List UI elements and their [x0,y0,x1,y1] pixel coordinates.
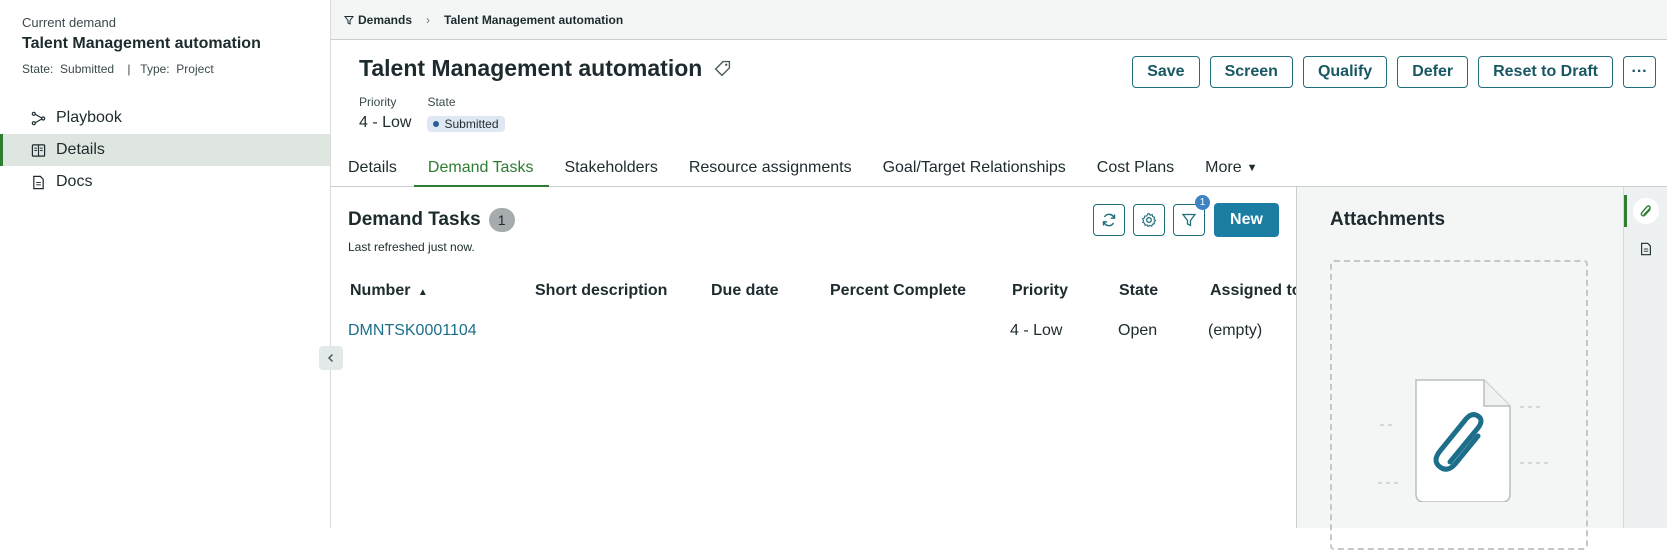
task-number-link[interactable]: DMNTSK0001104 [348,322,477,340]
gear-icon [1141,212,1157,228]
docs-icon [30,174,46,190]
caret-down-icon: ▼ [1246,162,1258,174]
tab-goal-target-relationships[interactable]: Goal/Target Relationships [883,150,1066,186]
defer-button[interactable]: Defer [1397,56,1469,88]
filter-icon [344,15,354,25]
current-demand-meta: State: Submitted | Type: Project [22,62,214,76]
state-field: State Submitted [427,95,505,132]
status-dot-icon [433,121,440,127]
breadcrumb: Demands › Talent Management automation [331,0,1667,40]
sidebar-item-label: Docs [56,173,93,190]
priority-value: 4 - Low [359,114,412,131]
more-actions-button[interactable]: ··· [1623,56,1656,88]
qualify-button[interactable]: Qualify [1302,56,1388,88]
task-state: Open [1118,322,1158,339]
state-label: State [427,95,456,109]
column-header-due-date[interactable]: Due date [711,282,779,300]
task-assigned-to: (empty) [1208,322,1263,339]
header-actions: Save Screen Qualify Defer Reset to Draft… [1132,56,1656,88]
task-priority: 4 - Low [1010,322,1063,339]
details-icon [30,142,46,158]
sidebar-item-docs[interactable]: Docs [0,166,330,198]
rail-document-button[interactable] [1633,236,1659,262]
sort-ascending-icon: ▲ [417,287,428,298]
paperclip-icon [1640,205,1651,217]
tab-more-label: More [1205,159,1242,176]
attachment-file-illustration [1378,379,1548,502]
screen-button[interactable]: Screen [1209,56,1293,88]
playbook-icon [30,110,46,126]
save-button[interactable]: Save [1132,56,1200,88]
page-title: Talent Management automation [359,55,703,81]
attachment-dropzone[interactable] [1330,260,1588,550]
rail-attachments-button[interactable] [1633,198,1659,224]
tab-cost-plans[interactable]: Cost Plans [1097,150,1174,186]
column-header-percent-complete[interactable]: Percent Complete [830,282,966,300]
chevron-right-icon: › [426,12,431,27]
priority-field: Priority 4 - Low [359,95,411,132]
tag-icon[interactable] [714,60,731,77]
sidebar-item-label: Playbook [56,109,122,126]
new-button[interactable]: New [1214,203,1279,237]
sidebar-item-playbook[interactable]: Playbook [0,102,330,134]
chevron-left-icon [327,353,334,363]
column-header-number[interactable]: Number ▲ [350,282,428,300]
last-refreshed-text: Last refreshed just now. [348,240,475,254]
current-demand-title: Talent Management automation [22,35,261,52]
list-title: Demand Tasks [348,209,481,230]
column-header-state[interactable]: State [1119,282,1158,300]
tab-details[interactable]: Details [348,150,397,186]
refresh-icon [1102,213,1116,227]
list-title-row: Demand Tasks 1 [348,208,515,232]
column-header-assigned-to[interactable]: Assigned to [1210,282,1302,300]
column-header-label: Number [350,282,411,299]
settings-button[interactable] [1133,204,1165,236]
sidebar-item-label: Details [56,141,105,158]
tab-stakeholders[interactable]: Stakeholders [564,150,657,186]
tab-more[interactable]: More ▼ [1205,150,1257,186]
status-badge-label: Submitted [444,117,499,131]
breadcrumb-current: Talent Management automation [444,12,624,27]
filter-button[interactable]: 1 [1173,195,1210,236]
filter-icon [1181,213,1197,227]
document-icon [1641,242,1651,256]
priority-label: Priority [359,95,397,109]
list-count-badge: 1 [488,208,515,232]
reset-to-draft-button[interactable]: Reset to Draft [1478,56,1613,88]
attachments-title: Attachments [1330,209,1446,230]
record-tabs: Details Demand Tasks Stakeholders Resour… [331,150,1667,187]
sidebar-nav: Playbook Details Docs [0,102,330,198]
status-badge: Submitted [427,116,505,132]
rail-active-indicator [1624,195,1627,227]
current-demand-label: Current demand [22,15,116,30]
collapse-sidebar-button[interactable] [319,346,343,370]
sidebar-item-details[interactable]: Details [0,134,330,166]
right-rail [1623,187,1667,528]
refresh-button[interactable] [1093,204,1125,236]
left-sidebar: Current demand Talent Management automat… [0,0,331,528]
column-header-priority[interactable]: Priority [1012,282,1068,300]
tab-demand-tasks[interactable]: Demand Tasks [413,150,549,187]
breadcrumb-demands[interactable]: Demands [344,13,412,27]
breadcrumb-root-label: Demands [358,12,413,27]
page-title-row: Talent Management automation [359,55,731,82]
tab-resource-assignments[interactable]: Resource assignments [689,150,852,186]
attachments-panel: Attachments [1296,187,1623,550]
filter-count-badge: 1 [1195,195,1210,210]
column-header-short-description[interactable]: Short description [535,282,667,300]
header-fields: Priority 4 - Low State Submitted [359,95,505,132]
